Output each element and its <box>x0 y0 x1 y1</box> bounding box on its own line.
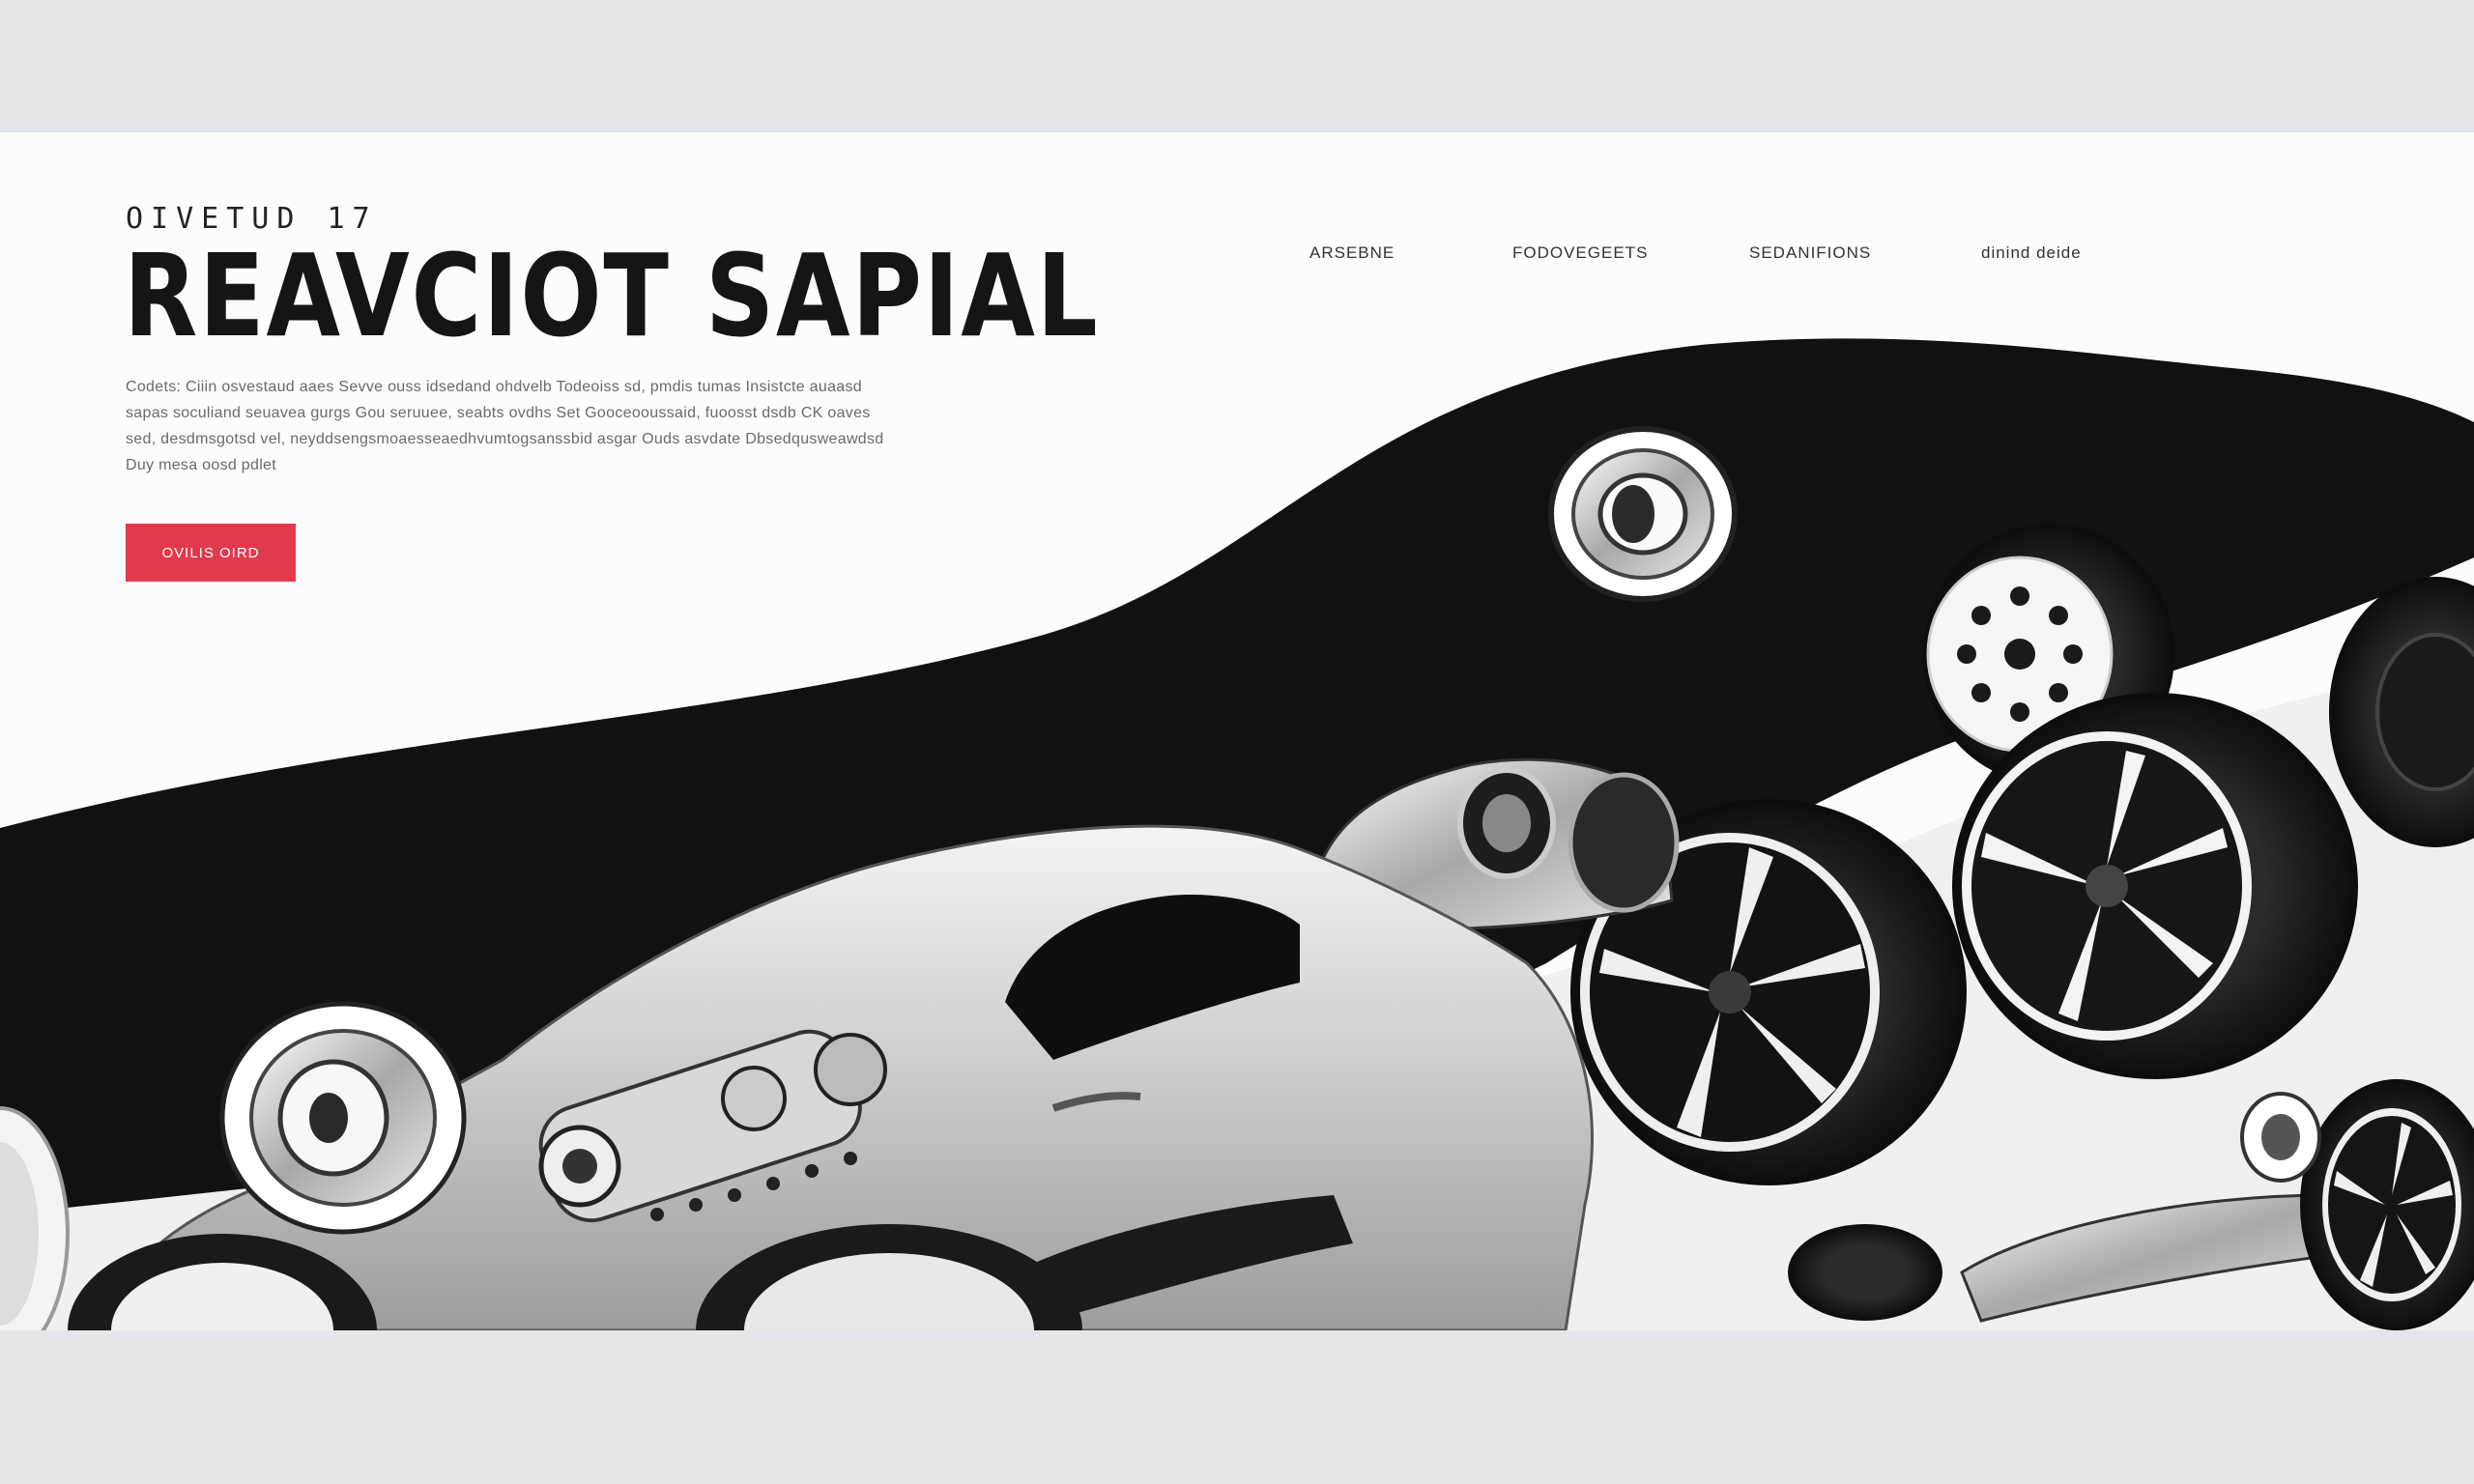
wheel-small-bottom <box>1788 1224 1942 1321</box>
nav-item-3[interactable]: SEDANIFIONS <box>1749 243 1871 263</box>
hero-description: Codets: Ciiin osvestaud aaes Sevve ouss … <box>126 379 884 473</box>
nav-item-1[interactable]: ARSEBNE <box>1309 243 1395 263</box>
nav-item-4[interactable]: dinind deide <box>1981 243 2082 263</box>
chrome-ring-small <box>2240 1092 2321 1183</box>
hero-section: OIVETUD 17 REAVCIOT SAPIAL ARSEBNE FODOV… <box>0 132 2474 1330</box>
cta-button[interactable]: OVILIS OIRD <box>126 524 296 582</box>
top-nav: ARSEBNE FODOVEGEETS SEDANIFIONS dinind d… <box>0 243 2474 282</box>
chrome-ring-left <box>219 1001 467 1235</box>
black-alloy-wheel-large <box>1952 693 2358 1079</box>
nav-item-2[interactable]: FODOVEGEETS <box>1512 243 1648 263</box>
chrome-ring-part <box>1548 426 1738 602</box>
